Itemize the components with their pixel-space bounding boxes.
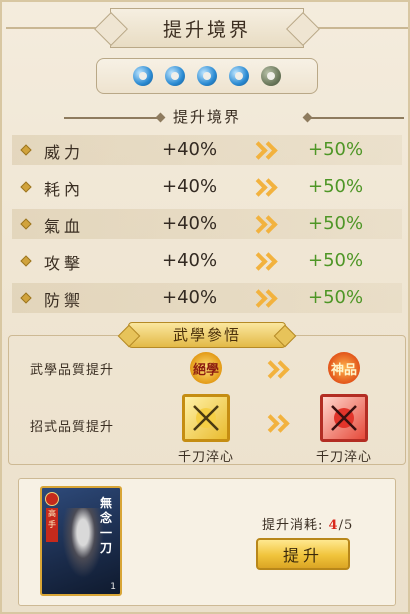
- crossed-blades-icon: [193, 405, 219, 431]
- stat-current-value: +40%: [162, 213, 218, 234]
- page-title: 提升境界: [110, 8, 304, 48]
- crossed-blades-icon: [331, 405, 357, 431]
- stat-row: 攻擊 +40% +50%: [12, 246, 402, 276]
- double-chevron-right-icon: [252, 215, 272, 235]
- orb-filled-icon: [197, 66, 217, 86]
- double-chevron-right-icon: [252, 178, 272, 198]
- martial-section-title: 武學參悟: [128, 322, 286, 348]
- quality-upgrade-label: 武學品質提升: [30, 363, 115, 378]
- upgrade-realm-panel: 提升境界 提升境界 威力 +40% +50% 耗內 +40% +50% 氣血 +…: [0, 0, 410, 614]
- stat-current-value: +40%: [162, 250, 218, 271]
- stat-next-value: +50%: [308, 139, 364, 160]
- stat-name: 耗內: [44, 180, 85, 199]
- cost-label-row: 提升消耗: 4/5: [262, 514, 353, 533]
- stat-row: 威力 +40% +50%: [12, 135, 402, 165]
- skill-icon-from[interactable]: [182, 394, 230, 442]
- diamond-bullet-icon: [20, 255, 32, 267]
- cost-label: 提升消耗:: [262, 518, 324, 533]
- rank-badge-to: 神品: [328, 352, 360, 384]
- skill-name-to: 千刀淬心: [316, 450, 373, 465]
- card-rank-badge-icon: [45, 492, 59, 506]
- cost-current: 4: [328, 518, 339, 533]
- card-number: 1: [110, 582, 116, 592]
- orb-filled-icon: [165, 66, 185, 86]
- diamond-bullet-icon: [20, 144, 32, 156]
- realm-progress-orbs: [96, 58, 318, 94]
- orb-empty-icon: [261, 66, 281, 86]
- stat-name: 威力: [44, 143, 85, 162]
- stat-next-value: +50%: [308, 213, 364, 234]
- rank-badge-from: 絕學: [190, 352, 222, 384]
- stat-current-value: +40%: [162, 287, 218, 308]
- diamond-bullet-icon: [20, 181, 32, 193]
- stat-name: 攻擊: [44, 254, 85, 273]
- card-title: 無念一刀: [99, 496, 112, 555]
- skill-icon-to[interactable]: [320, 394, 368, 442]
- stat-name: 氣血: [44, 217, 85, 236]
- stat-next-value: +50%: [308, 250, 364, 271]
- stat-name: 防禦: [44, 291, 85, 310]
- card-tag: 高手: [46, 508, 58, 542]
- diamond-bullet-icon: [20, 218, 32, 230]
- skill-name-from: 千刀淬心: [178, 450, 235, 465]
- cost-max: 5: [343, 518, 354, 533]
- section-divider-right: [308, 117, 404, 119]
- stat-current-value: +40%: [162, 139, 218, 160]
- double-chevron-right-icon: [252, 252, 272, 272]
- stat-next-value: +50%: [308, 287, 364, 308]
- double-chevron-right-icon: [252, 289, 272, 309]
- stat-row: 防禦 +40% +50%: [12, 283, 402, 313]
- double-chevron-right-icon: [264, 360, 284, 380]
- stat-row: 耗內 +40% +50%: [12, 172, 402, 202]
- stat-row: 氣血 +40% +50%: [12, 209, 402, 239]
- move-upgrade-label: 招式品質提升: [30, 420, 115, 435]
- double-chevron-right-icon: [252, 141, 272, 161]
- double-chevron-right-icon: [264, 414, 284, 434]
- stat-next-value: +50%: [308, 176, 364, 197]
- character-card[interactable]: 高手 無念一刀 1: [40, 486, 122, 596]
- stat-current-value: +40%: [162, 176, 218, 197]
- diamond-bullet-icon: [20, 292, 32, 304]
- orb-filled-icon: [229, 66, 249, 86]
- upgrade-button[interactable]: 提升: [256, 538, 350, 570]
- orb-filled-icon: [133, 66, 153, 86]
